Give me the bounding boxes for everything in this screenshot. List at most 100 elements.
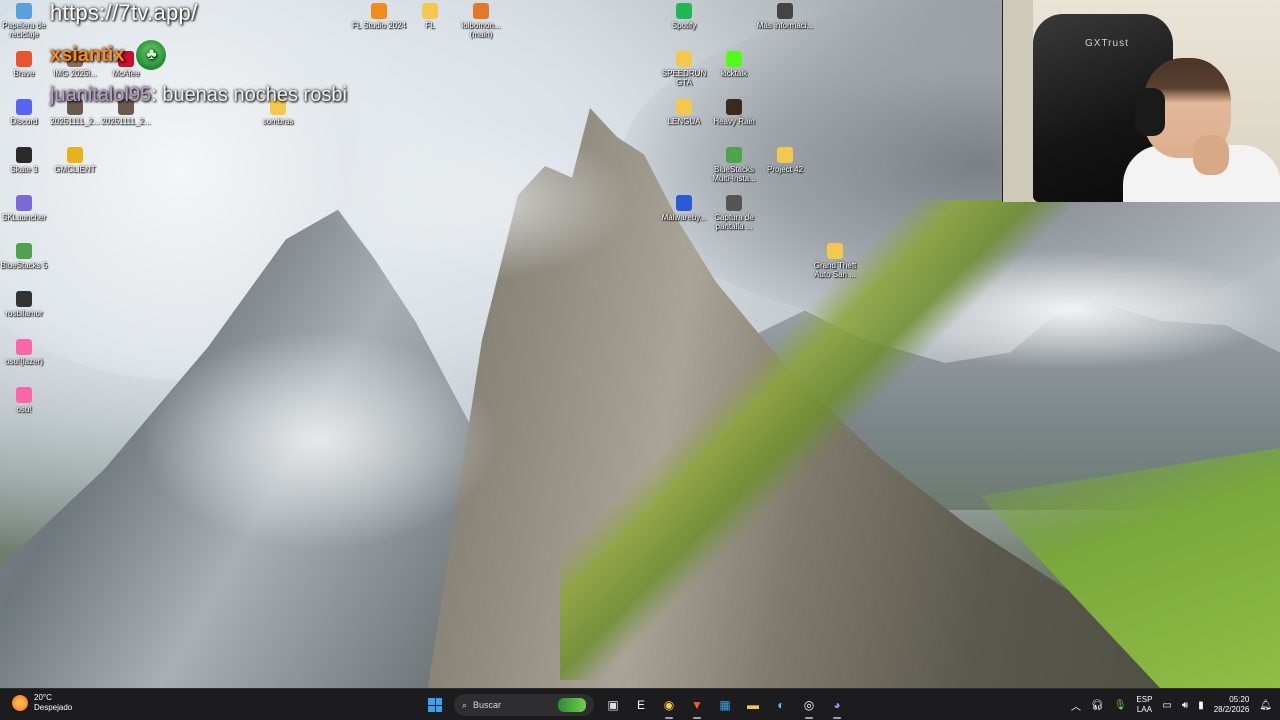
store-icon[interactable]: ▦ xyxy=(714,694,736,716)
epic-games-icon[interactable]: E xyxy=(630,694,652,716)
desktop-icon-label: Brave xyxy=(13,69,35,78)
desktop-icon-label: lolbomon... (main) xyxy=(461,21,501,39)
desktop-icon[interactable]: Captura de pantalla ... xyxy=(704,195,764,231)
desktop-icon[interactable]: osu!(lazer) xyxy=(0,339,54,366)
taskbar-search[interactable]: ⌕ Buscar xyxy=(454,694,594,716)
desktop-icon-label: sombras xyxy=(262,117,294,126)
windows-logo-icon xyxy=(428,698,442,712)
chat-text: : buenas noches rosbi xyxy=(151,84,347,106)
desktop-icon-label: Project 42 xyxy=(766,165,804,174)
desktop-icon[interactable]: Spotify xyxy=(654,3,714,30)
malwarebytes-icon xyxy=(676,195,692,211)
start-button[interactable] xyxy=(424,694,446,716)
chat-message: juanitalol95: buenas noches rosbi xyxy=(50,84,347,107)
desktop-icon[interactable]: Grand Theft Auto San ... xyxy=(805,243,865,279)
desktop-icon-label: Captura de pantalla ... xyxy=(714,213,754,231)
kick-icon xyxy=(726,51,742,67)
system-tray: ︿ 🎧︎ 🎙︎ ESP LAA ▭ 🔊︎ ▮ 05:20 28/2/2026 🔔… xyxy=(1071,689,1272,720)
taskbar-apps: ▣ E ◉ ▼ ▦ ▬ ◐ ◎ ◕ xyxy=(602,694,848,719)
folder-icon xyxy=(676,99,692,115)
desktop-icon-label: Skate 3 xyxy=(10,165,38,174)
folder-icon[interactable]: ▬ xyxy=(742,694,764,716)
emote-icon: ♣ xyxy=(136,40,167,70)
clock-date: 28/2/2026 xyxy=(1213,705,1250,714)
folder-icon xyxy=(777,147,793,163)
desktop-icon-label: GMCLIENT xyxy=(54,165,96,174)
file-explorer-icon[interactable]: ▣ xyxy=(602,694,624,716)
desktop-icon[interactable]: Project 42 xyxy=(755,147,815,174)
microphone-icon[interactable]: 🎙︎ xyxy=(1114,700,1127,711)
desktop-icon[interactable]: rosbilamor xyxy=(0,291,54,318)
gmclient-icon xyxy=(67,147,83,163)
desktop-icon-label: SKLauncher xyxy=(1,213,47,222)
desktop-icon-label: Spotify xyxy=(671,21,697,30)
webcam-overlay: GXTrust xyxy=(1002,0,1280,202)
desktop-icon-label: Más informaci... xyxy=(756,21,814,30)
image-icon xyxy=(726,195,742,211)
steam-icon[interactable]: ◐ xyxy=(770,694,792,716)
desktop-icon[interactable]: osu! xyxy=(0,387,54,414)
spotify-icon xyxy=(676,3,692,19)
desktop-icon[interactable]: BlueStacks 5 xyxy=(0,243,54,270)
app-icon xyxy=(16,291,32,307)
desktop-icon-label: 20251111_2... xyxy=(50,117,100,126)
headset-icon xyxy=(1135,88,1165,136)
desktop-icon-label: BlueStacks 5 xyxy=(0,261,48,270)
clock[interactable]: 05:20 28/2/2026 xyxy=(1214,695,1250,715)
desktop-icon-label: Grand Theft Auto San ... xyxy=(813,261,857,279)
desktop-icon-label: Discord xyxy=(10,117,38,126)
desktop-icon[interactable]: Heavy Rain xyxy=(704,99,764,126)
desktop-icon[interactable]: Más informaci... xyxy=(755,3,815,30)
sklauncher-icon xyxy=(16,195,32,211)
headset-tray-icon[interactable]: 🎧︎ xyxy=(1091,700,1104,711)
taskbar: 20°C Despejado ⌕ Buscar ▣ E ◉ ▼ ▦ ▬ ◐ ◎ ◕ ︿ 🎧︎ 🎙… xyxy=(0,688,1280,720)
obs-icon[interactable]: ◎ xyxy=(798,694,820,719)
chat-message: xsiantix ♣ xyxy=(50,40,167,70)
taskbar-center: ⌕ Buscar ▣ E ◉ ▼ ▦ ▬ ◐ ◎ ◕ xyxy=(424,693,848,719)
desktop-icon-label: Papelera de reciclaje xyxy=(2,21,46,39)
folder-icon xyxy=(827,243,843,259)
bluestacks-icon xyxy=(16,243,32,259)
desktop-icon[interactable]: SKLauncher xyxy=(0,195,54,222)
network-icon[interactable]: ▭ xyxy=(1162,700,1171,711)
desktop-icon-label: osu! xyxy=(16,405,32,414)
info-icon xyxy=(777,3,793,19)
desktop-icon[interactable]: lolbomon... (main) xyxy=(451,3,511,39)
battery-icon[interactable]: ▮ xyxy=(1198,700,1204,711)
osu-icon xyxy=(16,339,32,355)
folder-icon xyxy=(422,3,438,19)
desktop-icon-label: Malwareby... xyxy=(661,213,707,222)
discord-icon[interactable]: ◕ xyxy=(826,694,848,719)
weather-temp: 20°C xyxy=(34,693,52,702)
chat-username: juanitalol95 xyxy=(50,84,152,106)
desktop-icon-label: FL Studio 2024 xyxy=(352,21,406,30)
search-label: Buscar xyxy=(473,700,502,710)
app-icon xyxy=(473,3,489,19)
notifications-icon[interactable]: 🔔︎ xyxy=(1259,700,1272,711)
desktop-icon-label: FL xyxy=(425,21,435,30)
desktop-icon[interactable]: Papelera de reciclaje xyxy=(0,3,54,39)
desktop-icon-label: LENGUA xyxy=(667,117,701,126)
weather-condition: Despejado xyxy=(34,703,73,712)
bluestacks-icon xyxy=(726,147,742,163)
desktop-icon[interactable]: kicktalk xyxy=(704,51,764,78)
desktop-icon-label: rosbilamor xyxy=(5,309,43,318)
skate-icon xyxy=(16,147,32,163)
chat-username: xsiantix xyxy=(50,43,125,66)
volume-icon[interactable]: 🔊︎ xyxy=(1182,700,1188,711)
desktop-icon[interactable]: GMCLIENT xyxy=(45,147,105,174)
desktop-icon-label: Heavy Rain xyxy=(713,117,755,126)
brave-icon xyxy=(16,51,32,67)
brave-icon[interactable]: ▼ xyxy=(686,694,708,719)
desktop-icon-label: kicktalk xyxy=(720,69,748,78)
show-hidden-icons-chevron-icon[interactable]: ︿ xyxy=(1071,698,1081,713)
desktop-icon-label: IMG 2025l... xyxy=(53,69,97,78)
osu-icon xyxy=(16,387,32,403)
search-icon: ⌕ xyxy=(462,699,468,710)
input-language[interactable]: ESP LAA xyxy=(1136,695,1152,715)
weather-sun-icon xyxy=(12,695,28,711)
clock-time: 05:20 xyxy=(1229,695,1250,704)
recycle-bin-icon xyxy=(16,3,32,19)
weather-widget[interactable]: 20°C Despejado xyxy=(12,693,72,713)
chrome-icon[interactable]: ◉ xyxy=(658,694,680,719)
